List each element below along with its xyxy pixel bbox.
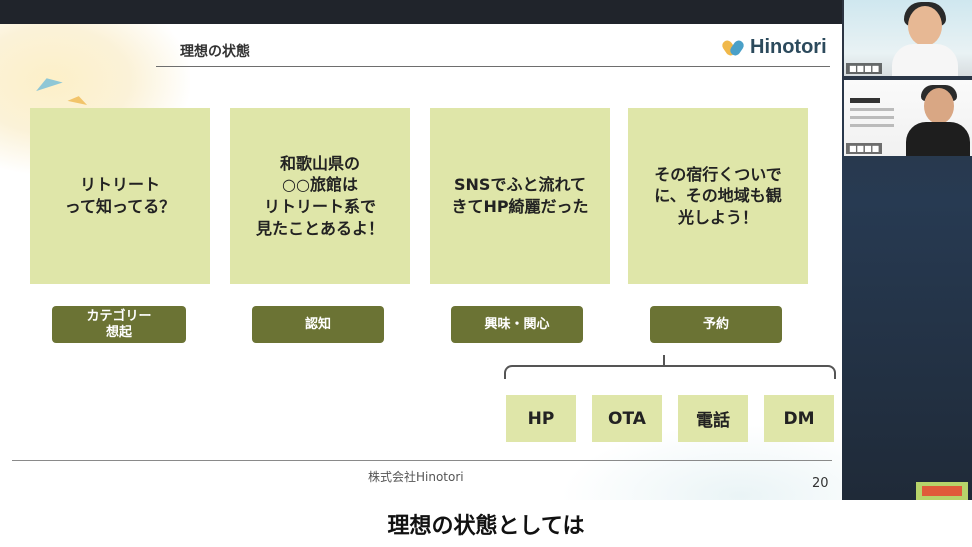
thought-card-4: その宿行くついで に、その地域も観 光しよう！ bbox=[628, 108, 808, 284]
participant-nameplate: ■■■■ bbox=[846, 143, 883, 154]
participant-face bbox=[924, 88, 954, 124]
participant-face bbox=[908, 6, 942, 46]
participant-body bbox=[906, 122, 970, 156]
channel-bracket bbox=[504, 365, 836, 379]
company-logo: Hinotori bbox=[720, 36, 827, 59]
shared-slide: 理想の状態 Hinotori リトリート って知ってる？ 和歌山県の ○○旅館は… bbox=[0, 24, 842, 500]
live-subtitle: 理想の状態としては bbox=[387, 513, 585, 539]
subtitle-bar: 理想の状態としては bbox=[0, 500, 972, 547]
thought-card-3: SNSでふと流れて きてHP綺麗だった bbox=[430, 108, 610, 284]
participant-nameplate: ■■■■ bbox=[846, 63, 883, 74]
footer-divider bbox=[12, 460, 832, 461]
participant-name-card bbox=[850, 98, 894, 132]
channel-dm: DM bbox=[764, 395, 834, 442]
title-divider bbox=[156, 66, 830, 67]
stage-label-interest: 興味・関心 bbox=[451, 306, 583, 343]
meeting-top-bar bbox=[0, 0, 972, 24]
stage-label-booking: 予約 bbox=[650, 306, 782, 343]
heart-logo-icon bbox=[720, 38, 746, 57]
logo-text: Hinotori bbox=[750, 36, 827, 58]
stage-label-category-recall: カテゴリー 想起 bbox=[52, 306, 186, 343]
stage-label-awareness: 認知 bbox=[252, 306, 384, 343]
thought-card-2: 和歌山県の ○○旅館は リトリート系で 見たことあるよ！ bbox=[230, 108, 410, 284]
slide-title: 理想の状態 bbox=[180, 44, 250, 60]
footer-company: 株式会社Hinotori bbox=[368, 470, 464, 484]
page-number: 20 bbox=[812, 476, 829, 491]
participant-body bbox=[892, 44, 958, 76]
channel-phone: 電話 bbox=[678, 395, 748, 442]
thought-card-1: リトリート って知ってる？ bbox=[30, 108, 210, 284]
bracket-connector bbox=[663, 355, 665, 365]
participant-panel: ■■■■ ■■■■ bbox=[842, 0, 972, 500]
participant-video-1[interactable]: ■■■■ bbox=[844, 0, 972, 76]
channel-hp: HP bbox=[506, 395, 576, 442]
participant-video-2[interactable]: ■■■■ bbox=[844, 80, 972, 156]
channel-ota: OTA bbox=[592, 395, 662, 442]
